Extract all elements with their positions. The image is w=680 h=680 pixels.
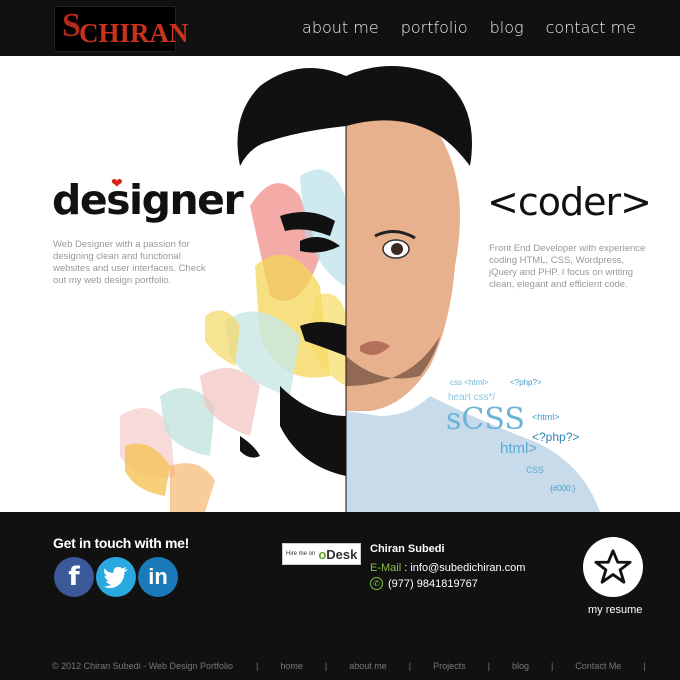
heart-icon: ❤ <box>111 175 123 191</box>
facebook-icon[interactable]: f <box>54 557 94 597</box>
coder-heading: <coder> <box>487 180 652 224</box>
main-nav: about me portfolio blog contact me <box>302 18 636 37</box>
logo-s: S <box>62 7 81 44</box>
code-word: <html> <box>532 412 560 422</box>
footer-separator: | <box>408 661 412 671</box>
get-in-touch-heading: Get in touch with me! <box>53 535 190 551</box>
footer-bar: © 2012 Chiran Subedi - Web Design Portfo… <box>0 652 680 680</box>
contact-email-line: E-Mail : info@subedichiran.com <box>370 562 525 574</box>
code-word: html> <box>500 440 538 457</box>
site-header: S CHIRAN about me portfolio blog contact… <box>0 0 680 56</box>
footer-nav: | home | about me | Projects | blog | Co… <box>256 661 668 671</box>
star-icon <box>594 549 632 584</box>
nav-portfolio[interactable]: portfolio <box>401 18 468 37</box>
designer-description: Web Designer with a passion for designin… <box>53 239 206 286</box>
logo-text: CHIRAN <box>79 18 189 48</box>
nav-about-me[interactable]: about me <box>302 18 379 37</box>
contact-phone-line: ✆ (977) 9841819767 <box>370 577 478 590</box>
twitter-icon[interactable] <box>96 557 136 597</box>
footer-link-home[interactable]: home <box>280 661 303 671</box>
odesk-badge[interactable]: Hire me on o Desk <box>282 543 361 565</box>
footer-separator: | <box>324 661 328 671</box>
designer-heading: designer <box>52 176 244 224</box>
footer-separator: | <box>643 661 646 671</box>
nav-blog[interactable]: blog <box>490 18 524 37</box>
footer-link-projects[interactable]: Projects <box>433 661 466 671</box>
footer-link-about-me[interactable]: about me <box>349 661 387 671</box>
contact-section: Get in touch with me! f in Hire me on oD… <box>0 512 680 652</box>
linkedin-icon[interactable]: in <box>138 557 178 597</box>
email-label: E-Mail <box>370 562 402 574</box>
code-word: {#000;} <box>550 484 576 493</box>
code-word: sCSS <box>446 402 525 437</box>
code-word: css <box>526 462 544 476</box>
email-value[interactable]: info@subedichiran.com <box>410 562 525 574</box>
code-word: <?php?> <box>510 378 542 387</box>
odesk-small-text: Hire me on <box>286 551 316 557</box>
code-word: <?php?> <box>532 430 580 444</box>
contact-name: Chiran Subedi <box>370 543 445 555</box>
nav-contact-me[interactable]: contact me <box>546 18 636 37</box>
code-word-cluster: css <html> <?php?> heart css*/ sCSS <htm… <box>440 374 610 504</box>
resume-button[interactable] <box>583 537 643 597</box>
email-separator: : <box>401 562 411 574</box>
footer-separator: | <box>550 661 554 671</box>
footer-link-blog[interactable]: blog <box>512 661 529 671</box>
footer-separator: | <box>487 661 490 671</box>
odesk-desk: Desk <box>326 546 358 562</box>
footer-separator: | <box>256 661 259 671</box>
hero-section: css <html> <?php?> heart css*/ sCSS <htm… <box>0 56 680 512</box>
copyright-text: © 2012 Chiran Subedi - Web Design Portfo… <box>52 661 234 671</box>
footer-link-contact-me[interactable]: Contact Me <box>575 661 621 671</box>
site-logo[interactable]: S CHIRAN <box>54 6 189 52</box>
phone-icon: ✆ <box>370 577 383 590</box>
code-word: css <html> <box>450 378 489 387</box>
phone-value: (977) 9841819767 <box>388 577 478 590</box>
coder-description: Front End Developer with experience codi… <box>489 243 646 290</box>
odesk-o: o <box>318 546 327 562</box>
resume-label[interactable]: my resume <box>588 604 642 616</box>
social-links: f in <box>54 557 178 597</box>
